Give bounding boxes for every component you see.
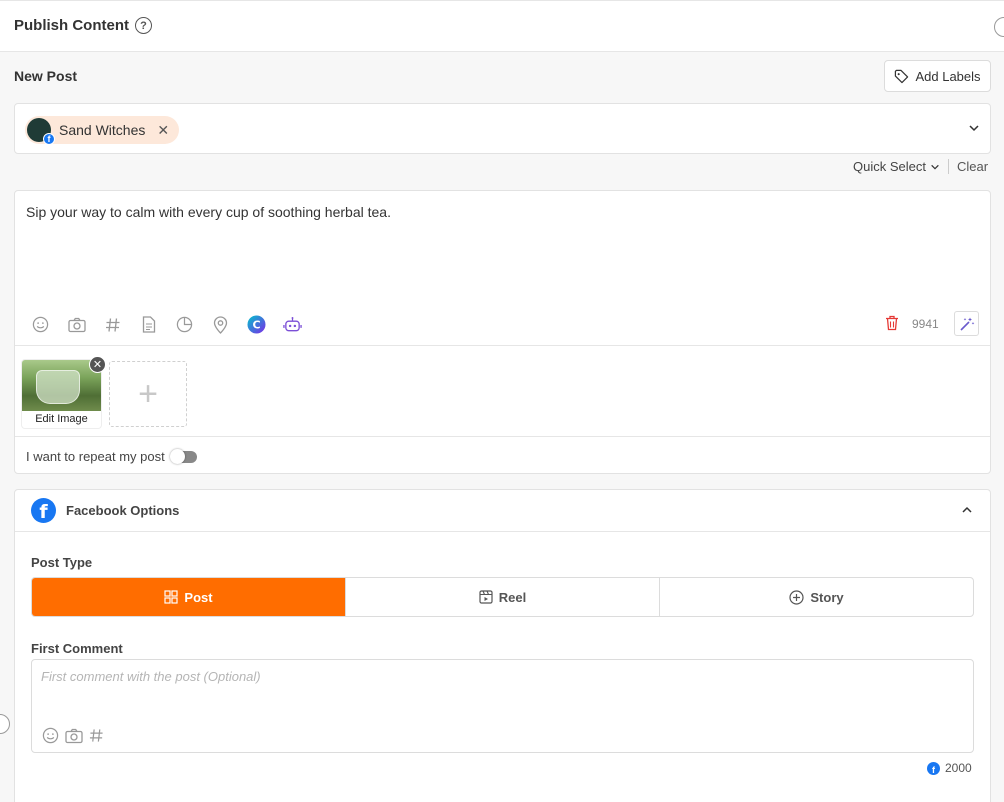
quick-select-row: Quick Select Clear bbox=[853, 159, 988, 174]
account-name: Sand Witches bbox=[59, 122, 146, 138]
repeat-post-row: I want to repeat my post bbox=[26, 448, 197, 464]
tag-icon bbox=[895, 69, 909, 83]
svg-text:C: C bbox=[252, 319, 260, 332]
post-type-post[interactable]: Post bbox=[32, 578, 346, 616]
facebook-icon: f bbox=[927, 761, 940, 775]
edit-image-button[interactable]: Edit Image bbox=[22, 411, 101, 428]
document-icon[interactable] bbox=[139, 315, 158, 334]
post-text[interactable]: Sip your way to calm with every cup of s… bbox=[26, 204, 391, 220]
facebook-options-header[interactable]: f Facebook Options bbox=[15, 490, 990, 532]
location-icon[interactable] bbox=[211, 315, 230, 334]
first-comment-box bbox=[31, 659, 974, 753]
chevron-down-icon bbox=[931, 164, 939, 170]
facebook-icon: f bbox=[31, 498, 56, 523]
emoji-icon[interactable] bbox=[42, 727, 59, 744]
divider bbox=[15, 436, 990, 437]
collapse-left-handle[interactable] bbox=[0, 714, 10, 734]
clear-button[interactable]: Clear bbox=[949, 159, 988, 174]
help-icon[interactable]: ? bbox=[135, 17, 152, 34]
add-media-button[interactable]: + bbox=[109, 361, 187, 427]
camera-icon[interactable] bbox=[65, 728, 83, 744]
first-comment-toolbar bbox=[42, 727, 104, 744]
chevron-up-icon[interactable] bbox=[961, 504, 973, 516]
pie-chart-icon[interactable] bbox=[175, 315, 194, 334]
post-type-reel[interactable]: Reel bbox=[346, 578, 660, 616]
facebook-options-title: Facebook Options bbox=[66, 503, 180, 518]
trash-icon[interactable] bbox=[885, 315, 899, 331]
reel-icon bbox=[479, 590, 493, 604]
first-comment-input[interactable] bbox=[32, 660, 973, 720]
repeat-post-label: I want to repeat my post bbox=[26, 449, 165, 464]
emoji-icon[interactable] bbox=[31, 315, 50, 334]
remove-media-icon[interactable]: ✕ bbox=[89, 356, 106, 373]
hashtag-icon[interactable] bbox=[89, 728, 104, 743]
post-editor: Sip your way to calm with every cup of s… bbox=[14, 190, 991, 474]
account-chip: f Sand Witches ✕ bbox=[25, 116, 180, 145]
page-title: Publish Content ? bbox=[14, 17, 152, 34]
collapse-right-handle[interactable] bbox=[994, 17, 1004, 37]
media-thumbnail[interactable]: Edit Image bbox=[22, 360, 101, 428]
facebook-badge-icon: f bbox=[43, 133, 55, 145]
new-post-heading: New Post bbox=[14, 68, 78, 84]
page-header: Publish Content ? bbox=[0, 0, 1004, 52]
account-selector[interactable]: f Sand Witches ✕ bbox=[14, 103, 991, 154]
character-count: 9941 bbox=[912, 317, 939, 331]
post-type-label: Post Type bbox=[31, 555, 93, 570]
camera-icon[interactable] bbox=[67, 315, 86, 334]
plus-circle-icon bbox=[789, 589, 804, 605]
canva-icon[interactable]: C bbox=[247, 315, 266, 334]
post-type-selector: Post Reel Story bbox=[31, 577, 974, 617]
magic-wand-icon bbox=[959, 317, 974, 331]
grid-icon bbox=[164, 590, 179, 604]
repeat-post-toggle[interactable] bbox=[169, 448, 197, 464]
remove-account-icon[interactable]: ✕ bbox=[157, 122, 169, 139]
editor-toolbar: C bbox=[31, 315, 302, 334]
ai-bot-icon[interactable] bbox=[283, 315, 302, 334]
post-type-story[interactable]: Story bbox=[660, 578, 973, 616]
first-comment-count: f 2000 bbox=[927, 761, 972, 775]
hashtag-icon[interactable] bbox=[103, 315, 122, 334]
chevron-down-icon[interactable] bbox=[968, 122, 980, 134]
first-comment-label: First Comment bbox=[31, 641, 123, 656]
divider bbox=[15, 345, 990, 346]
quick-select-button[interactable]: Quick Select bbox=[853, 159, 949, 174]
avatar: f bbox=[27, 118, 55, 145]
add-labels-button[interactable]: Add Labels bbox=[884, 60, 991, 92]
magic-wand-button[interactable] bbox=[954, 311, 979, 336]
facebook-options-panel: f Facebook Options Post Type Post Reel S… bbox=[14, 489, 991, 802]
